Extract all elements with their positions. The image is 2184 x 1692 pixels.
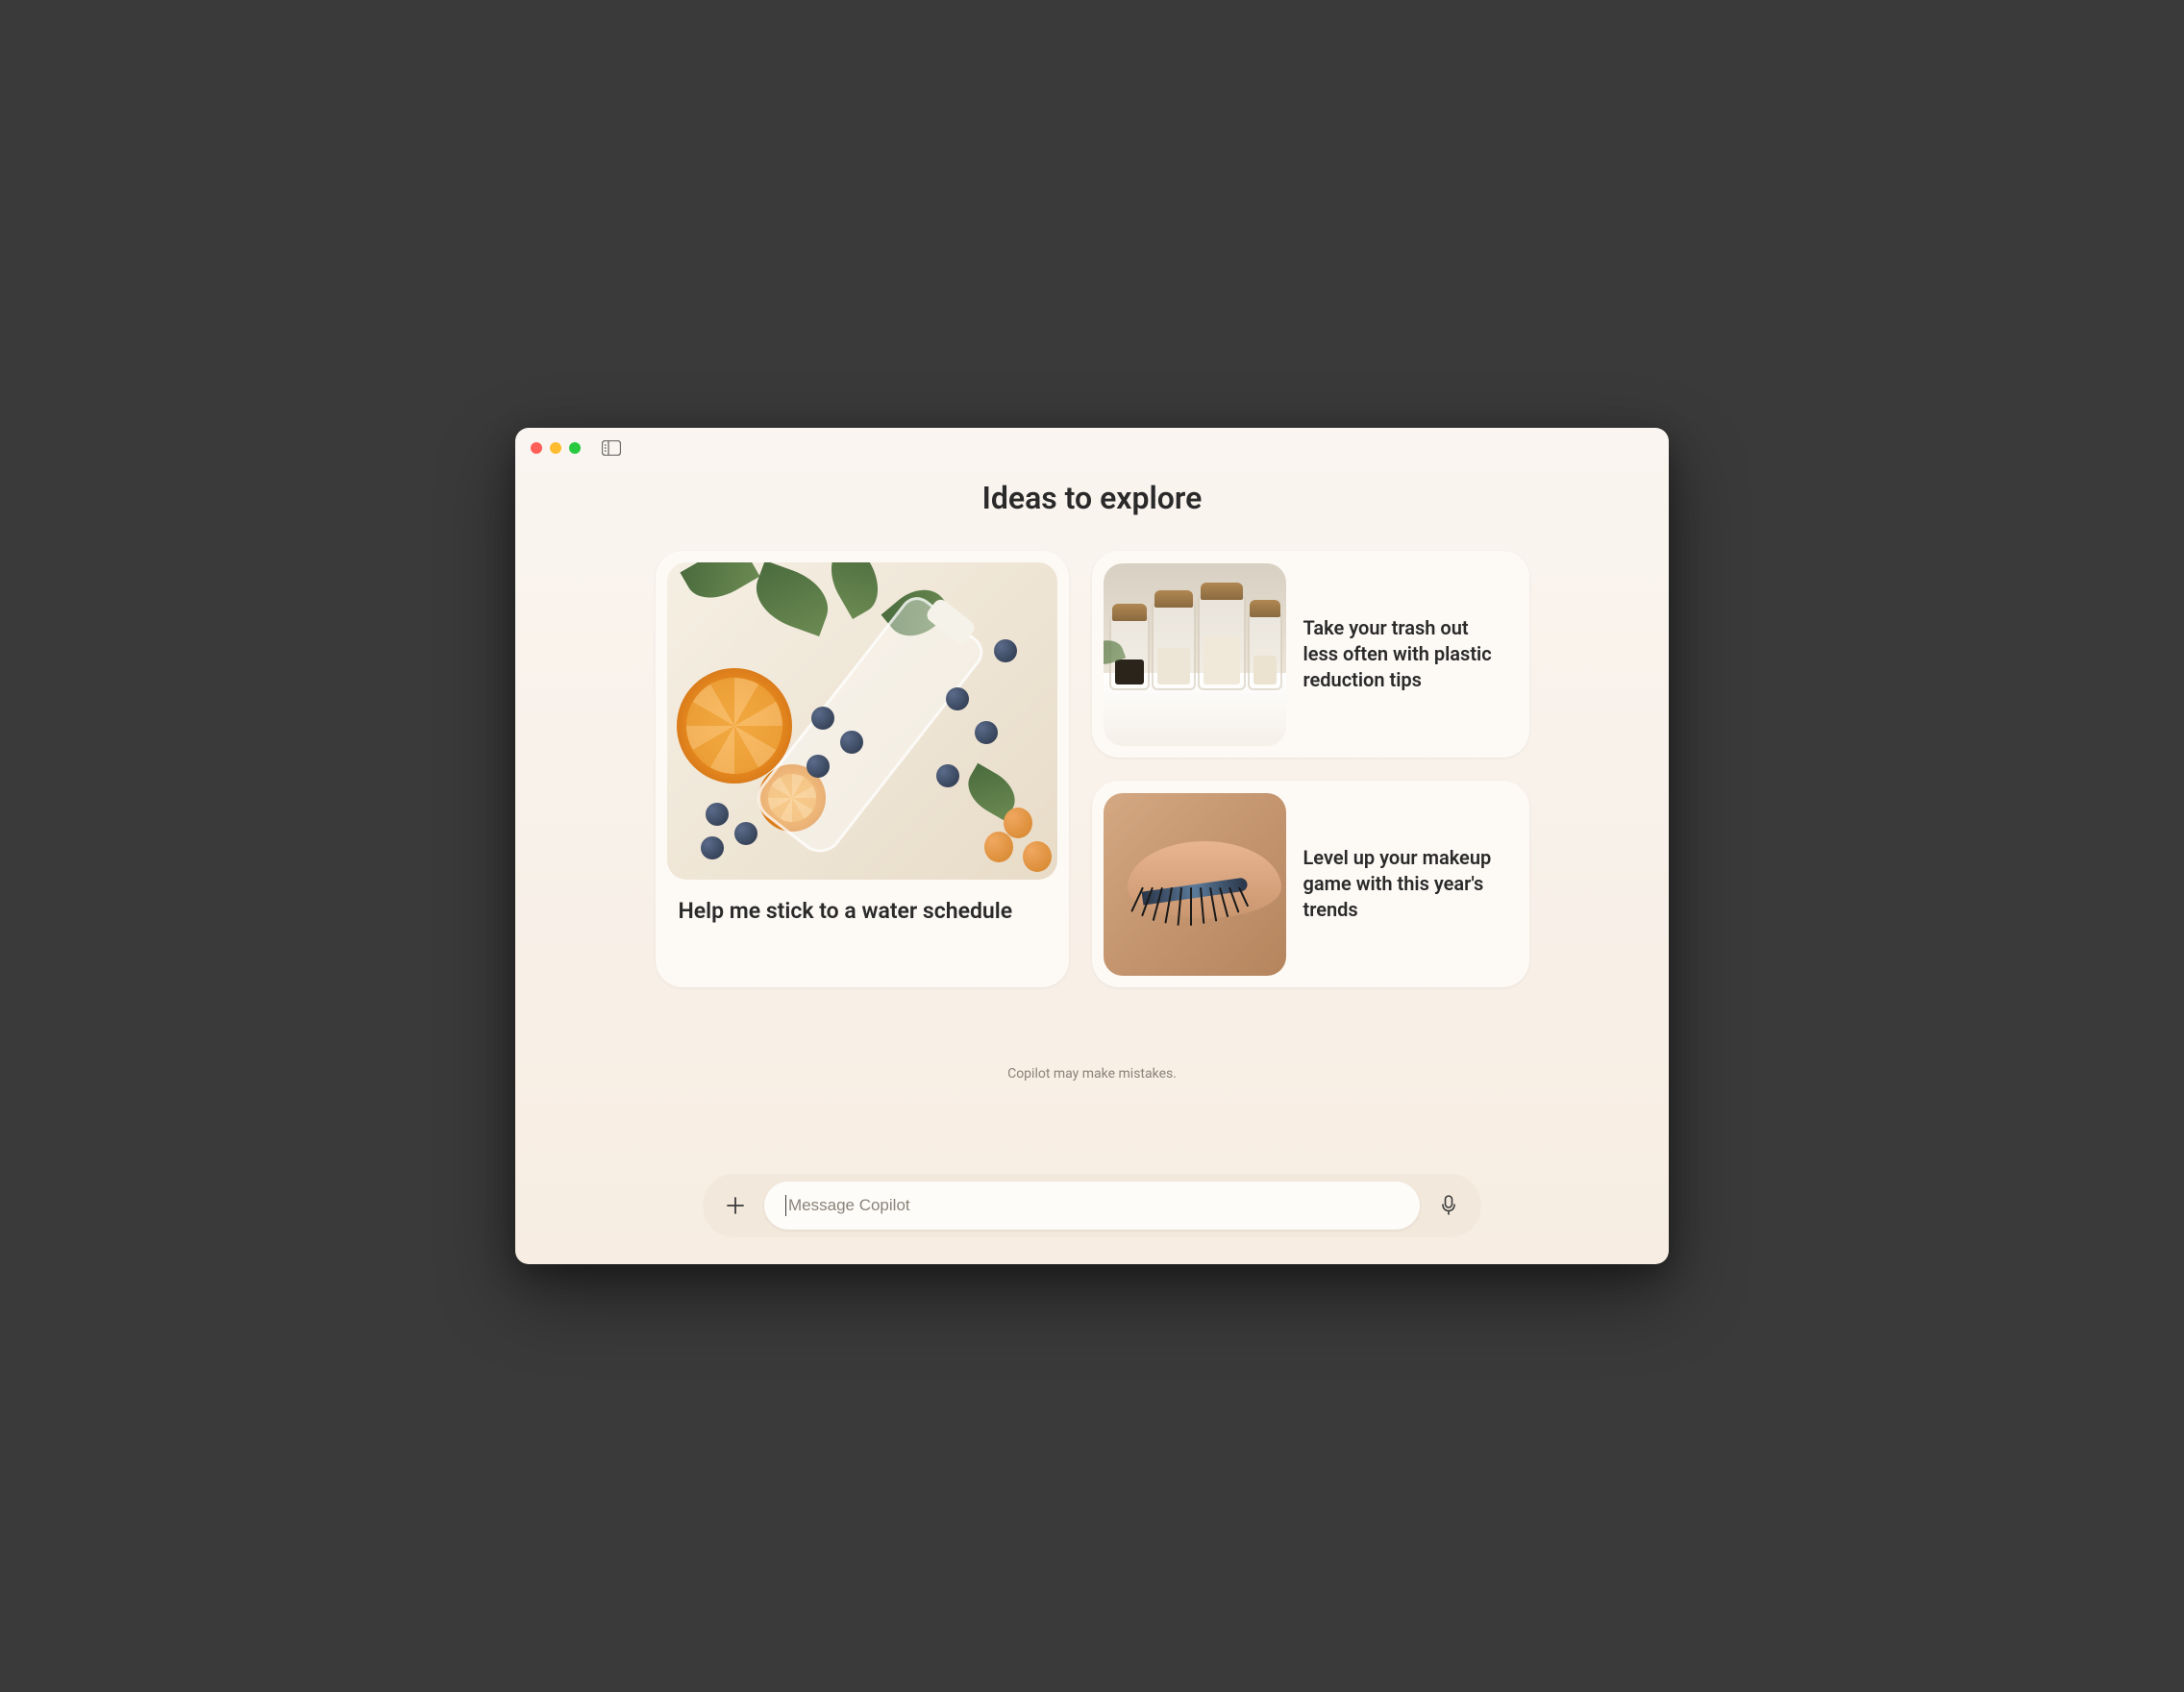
card-image (1104, 563, 1286, 746)
app-window: Ideas to explore (515, 428, 1669, 1264)
sidebar-toggle-button[interactable] (602, 440, 621, 456)
card-image (1104, 793, 1286, 976)
suggestion-cards: Help me stick to a water schedule (656, 551, 1529, 987)
suggestion-card-primary[interactable]: Help me stick to a water schedule (656, 551, 1069, 987)
main-content: Ideas to explore (515, 468, 1669, 1264)
add-button[interactable] (716, 1186, 755, 1225)
fullscreen-window-button[interactable] (569, 442, 581, 454)
message-input[interactable] (788, 1196, 1399, 1215)
suggestion-card-secondary[interactable]: Take your trash out less often with plas… (1092, 551, 1529, 758)
minimize-window-button[interactable] (550, 442, 561, 454)
disclaimer-text: Copilot may make mistakes. (1007, 1066, 1177, 1082)
voice-button[interactable] (1429, 1186, 1468, 1225)
page-title: Ideas to explore (982, 480, 1203, 516)
card-title: Take your trash out less often with plas… (1303, 615, 1518, 693)
suggestion-card-secondary[interactable]: Level up your makeup game with this year… (1092, 781, 1529, 987)
card-image (667, 562, 1057, 880)
microphone-icon (1439, 1194, 1458, 1217)
sidebar-icon (602, 440, 621, 456)
message-input-bar (703, 1174, 1481, 1237)
titlebar (515, 428, 1669, 468)
card-title: Help me stick to a water schedule (667, 880, 1057, 937)
window-controls (531, 442, 581, 454)
text-cursor (785, 1195, 786, 1216)
close-window-button[interactable] (531, 442, 542, 454)
message-input-wrapper[interactable] (764, 1182, 1420, 1230)
plus-icon (725, 1195, 746, 1216)
card-title: Level up your makeup game with this year… (1303, 845, 1518, 923)
